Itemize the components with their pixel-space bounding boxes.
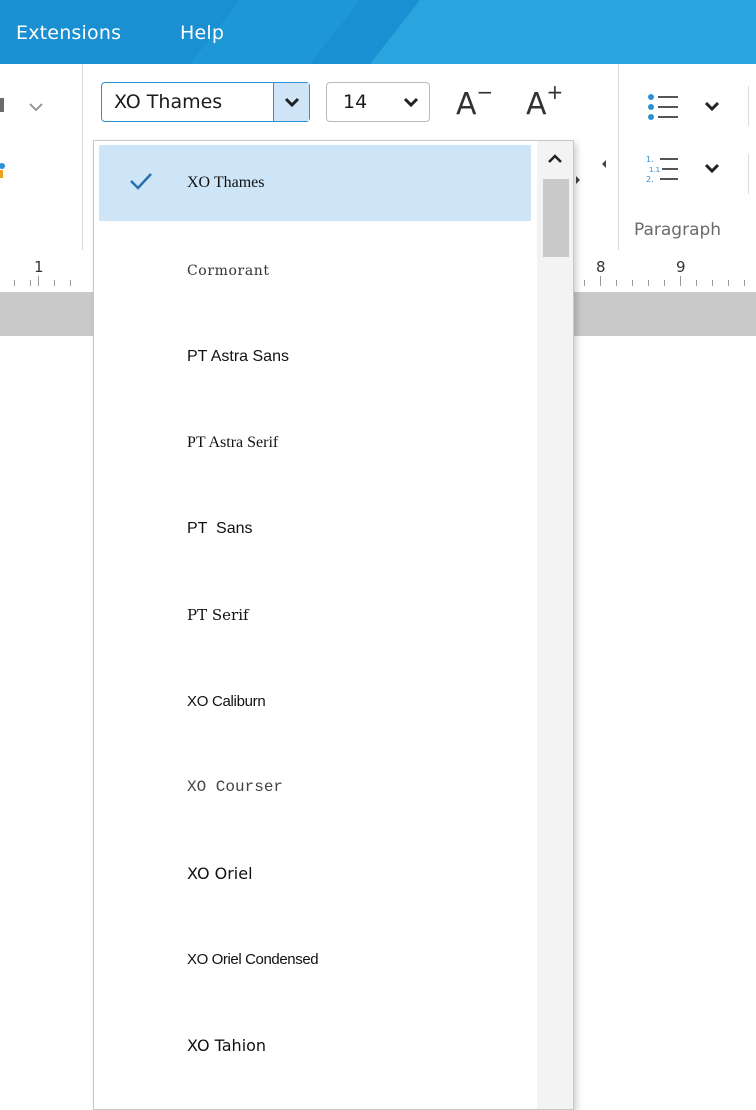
dropdown-scrollbar[interactable] [537,141,573,1109]
increase-font-size-button[interactable]: A+ [526,80,563,122]
font-option-label: Cormorant [187,263,270,279]
ruler-tick [744,280,745,286]
ruler-tick [696,280,697,286]
ruler-tick [584,280,585,286]
font-option-label: PT Astra Sans [187,348,289,365]
ruler-tick [38,276,39,286]
menu-bar-decoration [369,0,756,64]
font-option-label: XO Thames [187,174,265,191]
font-option-label: XO Courser [187,778,284,796]
font-size-combobox[interactable]: 14 [326,82,430,122]
font-option-pt-astra-sans[interactable]: PT Astra Sans [99,319,531,395]
font-option-pt-sans[interactable]: PT Sans [99,491,531,567]
ruler-tick [70,280,71,286]
decrease-font-size-button[interactable]: A− [456,80,493,122]
font-option-label: PT Astra Serif [187,434,279,451]
ruler-number: 8 [596,258,606,276]
font-option-cormorant[interactable]: Cormorant [99,233,531,309]
font-name-dropdown-button[interactable] [273,83,309,121]
bulleted-list-button[interactable] [646,92,746,126]
font-option-xo-caliburn[interactable]: XO Caliburn [99,663,531,739]
font-size-value[interactable]: 14 [343,91,367,113]
scroll-up-button[interactable] [537,141,573,177]
font-option-pt-serif[interactable]: PT Serif [99,577,531,653]
clipped-left-icon[interactable] [0,160,12,180]
ruler-tick [728,280,729,286]
font-option-label: XO Oriel Condensed [187,950,319,968]
ruler-tick [14,280,15,286]
svg-text:2.: 2. [646,175,654,184]
bulleted-list-icon [648,94,720,120]
font-option-label: PT Serif [187,606,249,624]
font-option-xo-thames[interactable]: XO Thames [99,145,531,221]
group-separator [748,154,749,194]
ruler-tick [712,280,713,286]
clipped-left-control[interactable] [0,94,60,124]
increase-font-sign: + [546,80,564,104]
svg-text:1.1: 1.1 [649,166,660,174]
font-option-label: PT Sans [187,520,253,537]
font-option-xo-oriel-condensed[interactable]: XO Oriel Condensed [99,921,531,997]
menu-extensions[interactable]: Extensions [16,22,121,44]
scrollbar-thumb[interactable] [543,179,569,257]
font-size-dropdown-button[interactable] [393,83,429,121]
menu-help[interactable]: Help [180,22,224,44]
group-separator [618,64,619,250]
ruler-tick [600,276,601,286]
ruler-tick [616,280,617,286]
font-option-xo-oriel[interactable]: XO Oriel [99,835,531,911]
font-option-label: XO Oriel [187,863,253,883]
decrease-font-glyph: A [456,87,477,122]
increase-font-glyph: A [526,87,547,122]
ruler-tick [680,276,681,286]
ruler-number: 1 [34,258,44,276]
font-option-pt-astra-serif[interactable]: PT Astra Serif [99,405,531,481]
group-separator [82,64,83,250]
decrease-font-sign: − [476,80,494,104]
font-name-value[interactable]: XO Thames [114,91,222,113]
chevron-down-icon [403,97,419,108]
ruler-tick [54,280,55,286]
svg-text:1.: 1. [646,155,654,164]
menu-bar: Extensions Help [0,0,756,64]
ruler-tick [664,280,665,286]
clipped-arrow-icons[interactable] [574,156,610,186]
font-name-combobox[interactable]: XO Thames [101,82,310,122]
checkmark-icon [130,173,152,190]
numbered-list-icon: 1. 1.1 2. [646,155,720,184]
font-option-label: XO Caliburn [187,692,266,710]
ruler-tick [632,280,633,286]
font-option-label: XO Tahion [187,1035,267,1055]
group-separator [748,86,749,126]
font-option-xo-tahion[interactable]: XO Tahion [99,1007,531,1083]
paragraph-group-label: Paragraph [634,220,722,240]
font-option-xo-courser[interactable]: XO Courser [99,749,531,825]
ruler-tick [648,280,649,286]
font-name-dropdown-list[interactable]: XO Thames Cormorant PT Astra Sans PT Ast… [93,140,574,1110]
numbered-list-button[interactable]: 1. 1.1 2. [646,154,746,188]
ruler-number: 9 [676,258,686,276]
chevron-down-icon [284,97,299,108]
chevron-up-icon [548,154,562,163]
ruler-tick [30,280,31,286]
